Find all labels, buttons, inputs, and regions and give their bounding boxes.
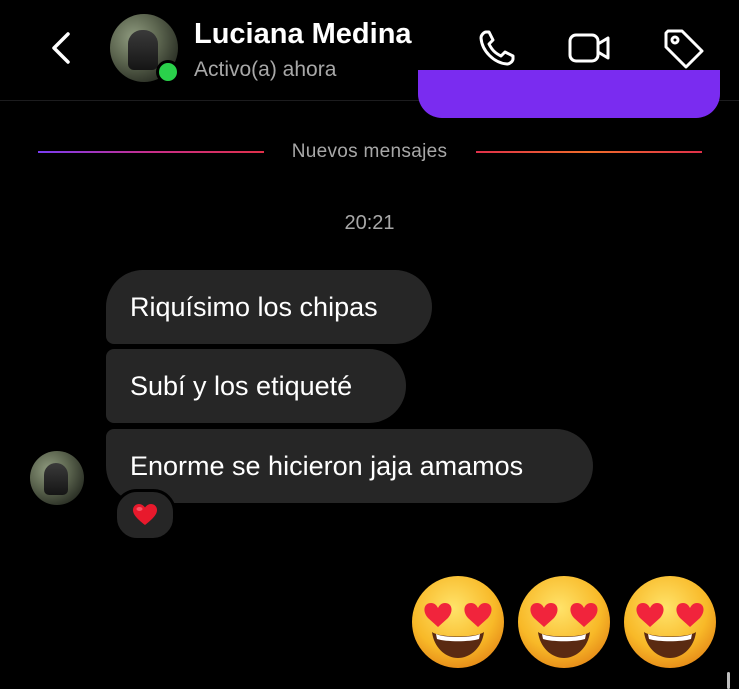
contact-name[interactable]: Luciana Medina bbox=[194, 18, 412, 51]
message-reaction[interactable] bbox=[114, 489, 176, 541]
previous-sent-bubble[interactable] bbox=[418, 70, 720, 118]
new-messages-divider-label: Nuevos mensajes bbox=[291, 141, 448, 162]
avatar-photo bbox=[128, 30, 158, 70]
sender-avatar[interactable] bbox=[30, 451, 84, 505]
online-status-dot bbox=[156, 60, 180, 84]
received-message[interactable]: Enorme se hicieron jaja amamos bbox=[106, 429, 593, 503]
phone-icon[interactable] bbox=[474, 25, 520, 71]
received-message[interactable]: Riquísimo los chipas bbox=[106, 270, 432, 344]
heart-eyes-emoji[interactable] bbox=[410, 574, 506, 670]
received-message[interactable]: Subí y los etiqueté bbox=[106, 349, 406, 423]
contact-status: Activo(a) ahora bbox=[194, 58, 337, 81]
heart-eyes-emoji[interactable] bbox=[516, 574, 612, 670]
video-camera-icon[interactable] bbox=[566, 25, 612, 71]
tag-icon[interactable] bbox=[660, 25, 706, 71]
heart-eyes-emoji[interactable] bbox=[622, 574, 718, 670]
message-timestamp: 20:21 bbox=[344, 212, 395, 234]
red-heart-icon bbox=[133, 504, 157, 525]
scrollbar-thumb[interactable] bbox=[727, 672, 730, 689]
avatar-photo bbox=[44, 463, 68, 495]
back-arrow-icon[interactable] bbox=[44, 26, 80, 70]
